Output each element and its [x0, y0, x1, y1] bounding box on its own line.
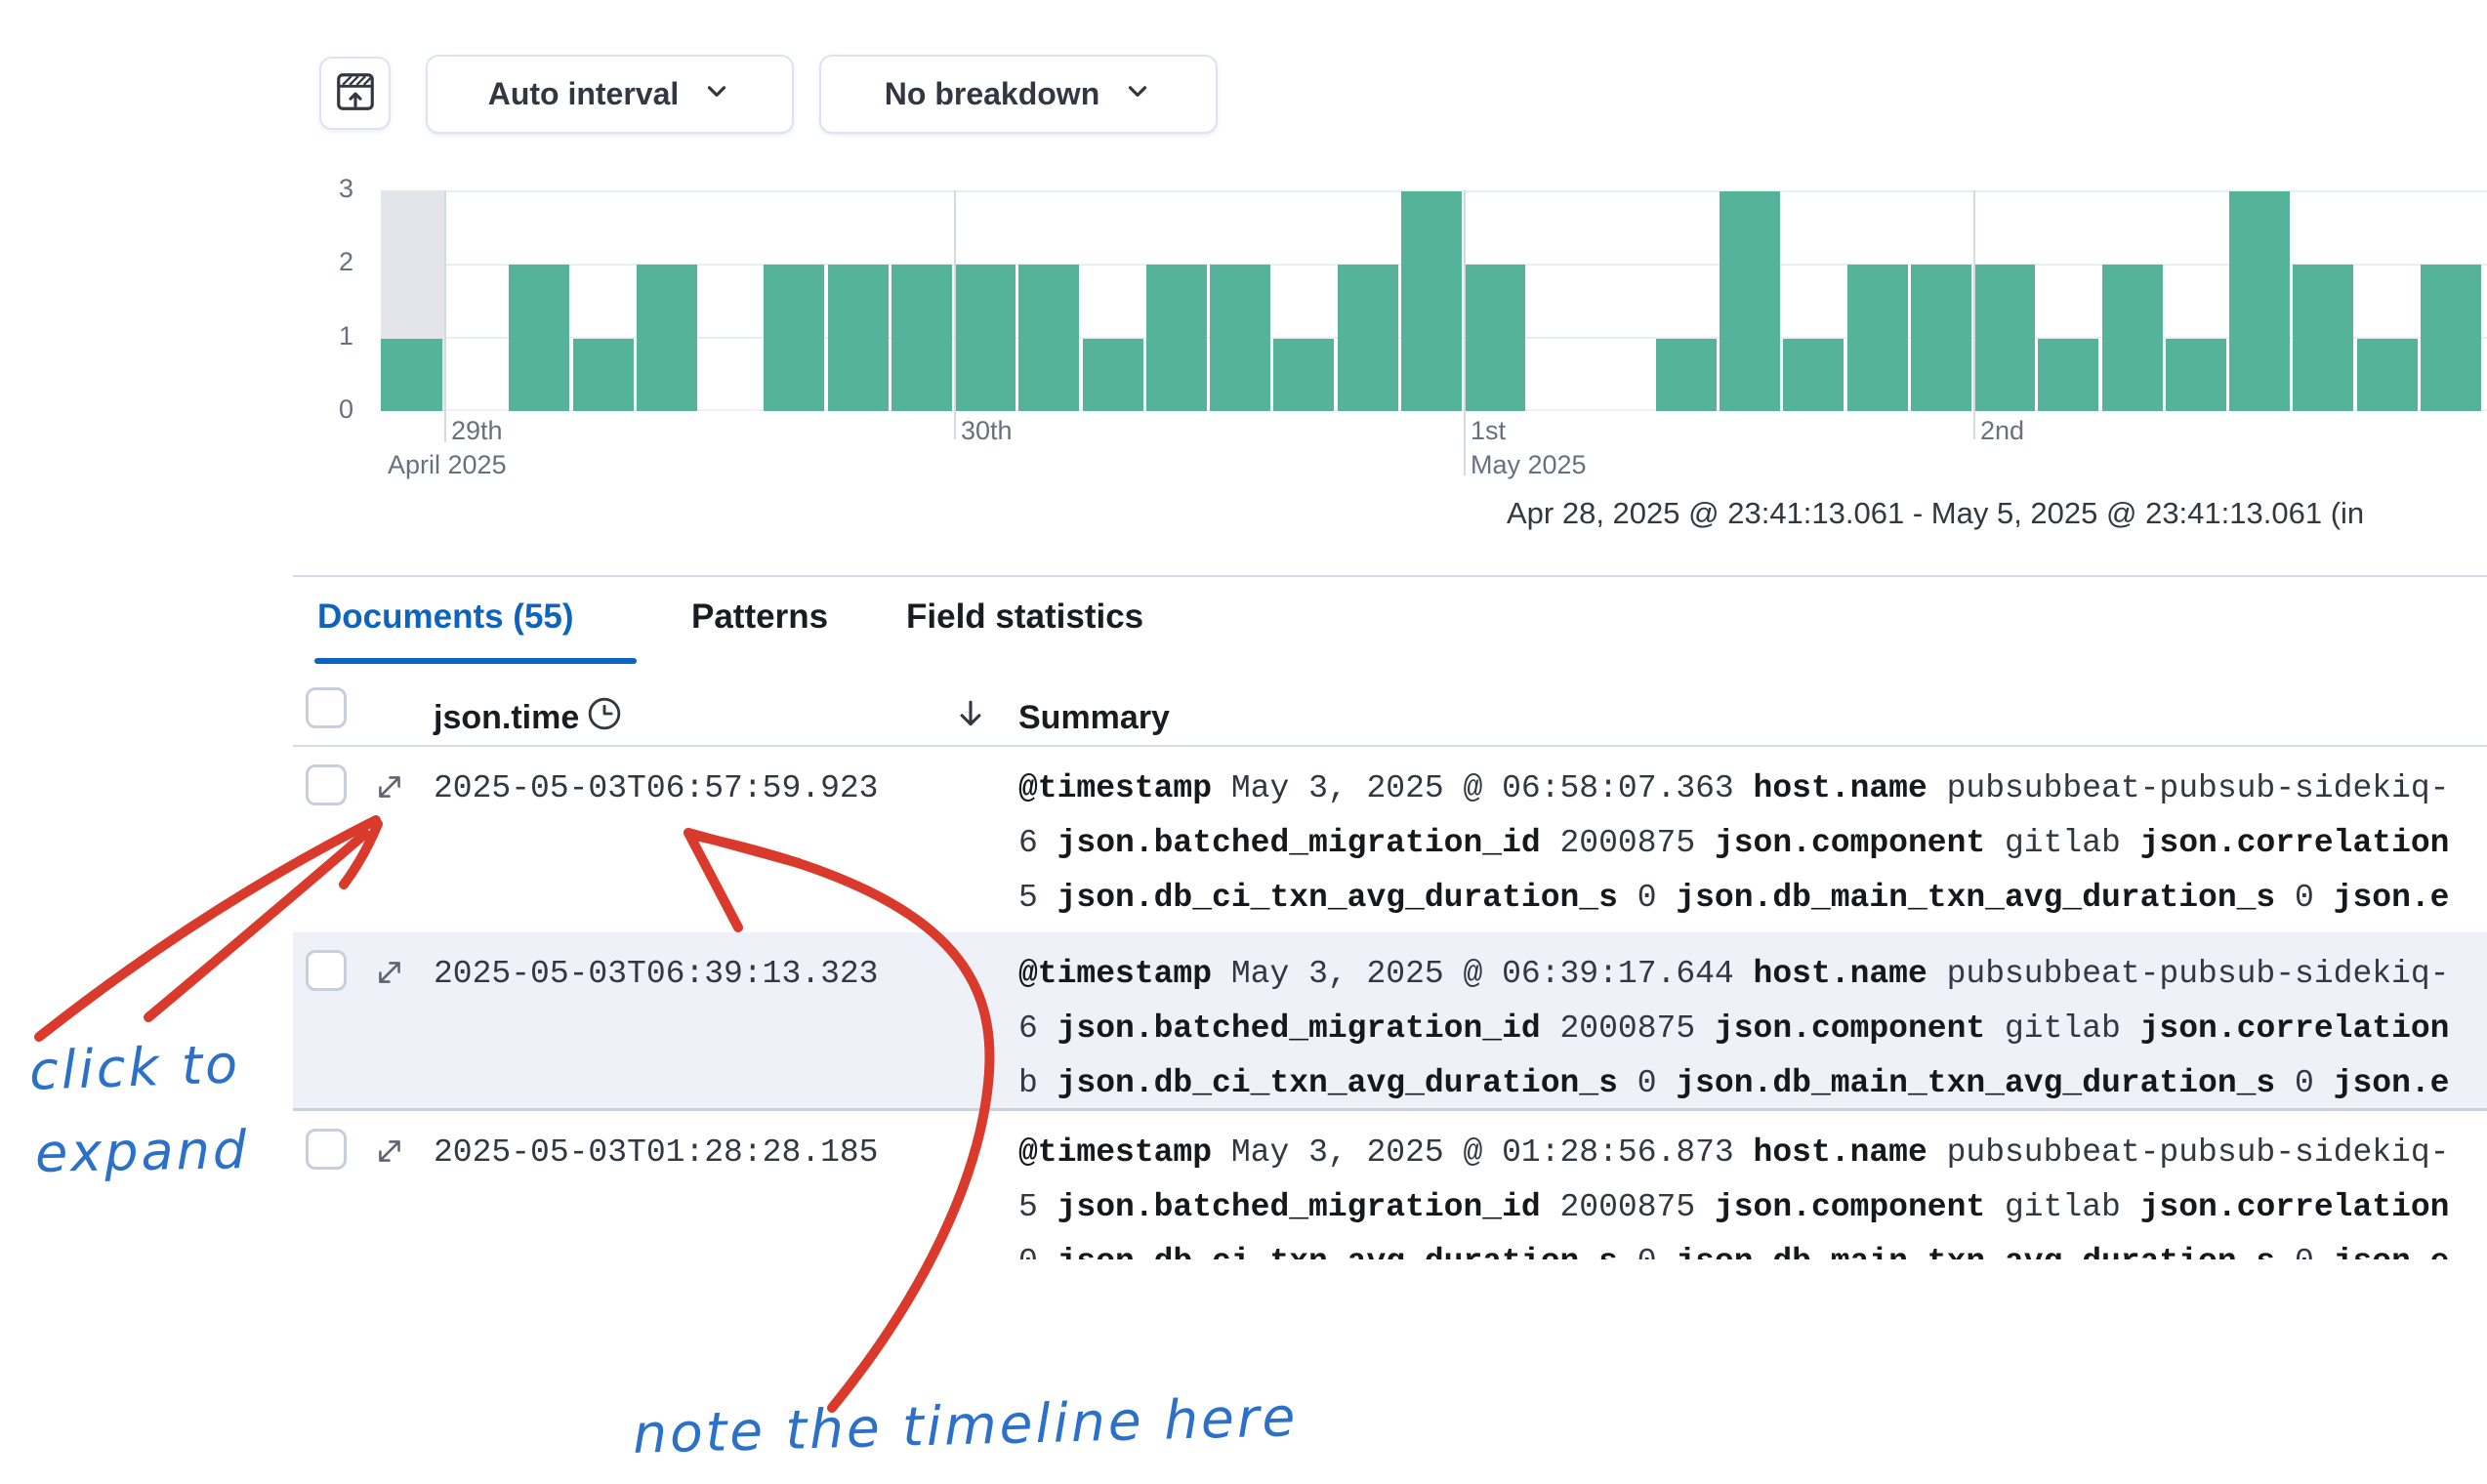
histogram-bar[interactable] [2102, 265, 2163, 411]
breakdown-dropdown[interactable]: No breakdown [819, 55, 1218, 134]
histogram-bar-partial[interactable] [381, 339, 442, 411]
histogram-plot-area[interactable] [381, 190, 2487, 411]
histogram-bar[interactable] [2421, 265, 2481, 411]
histogram-bar[interactable] [891, 265, 952, 411]
x-tick-sublabel: April 2025 [388, 450, 507, 480]
summary-line: @timestamp May 3, 2025 @ 06:58:07.363 ho… [1018, 770, 2449, 806]
histogram-bar[interactable] [1018, 265, 1079, 411]
y-tick-label: 2 [293, 247, 353, 277]
time-range-label: Apr 28, 2025 @ 23:41:13.061 - May 5, 202… [1507, 496, 2364, 531]
section-divider [293, 575, 2487, 577]
x-tick-sublabel: May 2025 [1471, 450, 1587, 480]
summary-line: 0 json.db_ci_txn_avg_duration_s 0 json.d… [1018, 1244, 2449, 1259]
row-checkbox[interactable] [306, 764, 347, 805]
x-tick-label: 2nd [1980, 416, 2024, 446]
summary-line: @timestamp May 3, 2025 @ 06:39:17.644 ho… [1018, 956, 2449, 992]
summary-line: 6 json.batched_migration_id 2000875 json… [1018, 1010, 2449, 1047]
y-tick-label: 0 [293, 394, 353, 425]
clock-icon [586, 695, 623, 737]
histogram-bar[interactable] [1210, 265, 1270, 411]
document-row: 2025-05-03T06:57:59.923 @timestamp May 3,… [293, 747, 2487, 932]
histogram-bar[interactable] [509, 265, 569, 411]
json-time-value: 2025-05-03T01:28:28.185 [434, 1134, 878, 1171]
chevron-down-icon [1123, 76, 1152, 113]
document-row: 2025-05-03T06:39:13.323 @timestamp May 3,… [293, 932, 2487, 1111]
annotation-note-timeline: note the timeline here [632, 1385, 1299, 1465]
histogram-bar[interactable] [764, 265, 824, 411]
expand-document-icon[interactable] [373, 1134, 406, 1173]
histogram-bar[interactable] [2038, 339, 2098, 411]
chevron-down-icon [702, 76, 731, 113]
histogram-bar[interactable] [1401, 191, 1462, 411]
histogram-bar[interactable] [637, 265, 697, 411]
day-tick-line [444, 190, 446, 442]
json-time-value: 2025-05-03T06:57:59.923 [434, 770, 878, 806]
summary-line: 5 json.db_ci_txn_avg_duration_s 0 json.d… [1018, 880, 2449, 916]
summary-line: @timestamp May 3, 2025 @ 01:28:56.873 ho… [1018, 1134, 2449, 1171]
row-checkbox[interactable] [306, 1129, 347, 1170]
tab-field-statistics[interactable]: Field statistics [906, 598, 1143, 637]
row-checkbox[interactable] [306, 950, 347, 991]
x-tick-label: 30th [961, 416, 1013, 446]
select-all-checkbox[interactable] [306, 687, 347, 728]
summary-line: 5 json.batched_migration_id 2000875 json… [1018, 1189, 2449, 1225]
histogram-bar[interactable] [1273, 339, 1334, 411]
x-tick-label: 29th [451, 416, 503, 446]
expand-document-icon[interactable] [373, 956, 406, 994]
tab-patterns[interactable]: Patterns [691, 598, 828, 637]
histogram-bar[interactable] [573, 339, 634, 411]
day-tick-line [954, 190, 956, 439]
auto-interval-label: Auto interval [488, 76, 680, 112]
histogram-bar[interactable] [1783, 339, 1844, 411]
histogram-bar[interactable] [1338, 265, 1398, 411]
column-header-summary[interactable]: Summary [1018, 699, 1170, 737]
document-row: 2025-05-03T01:28:28.185 @timestamp May 3,… [293, 1111, 2487, 1259]
chart-options-icon [333, 69, 378, 117]
chart-options-button[interactable] [319, 57, 391, 130]
kibana-discover-view: Auto interval No breakdown 3 2 1 0 29th Apri… [0, 0, 2487, 1484]
histogram-bar[interactable] [1465, 265, 1525, 411]
histogram-bar[interactable] [1083, 339, 1143, 411]
sort-descending-icon[interactable] [952, 695, 989, 737]
day-tick-line [1973, 190, 1975, 439]
json-time-value: 2025-05-03T06:39:13.323 [434, 956, 878, 992]
histogram-bar[interactable] [955, 265, 1016, 411]
breakdown-label: No breakdown [885, 76, 1099, 112]
expand-document-icon[interactable] [373, 770, 406, 808]
histogram-bar[interactable] [1974, 265, 2035, 411]
tab-documents[interactable]: Documents (55) [317, 598, 574, 637]
histogram-bar[interactable] [2229, 191, 2290, 411]
day-tick-line [1464, 190, 1466, 475]
histogram-bar[interactable] [1847, 265, 1908, 411]
column-header-json-time[interactable]: json.time [434, 699, 579, 737]
x-tick-label: 1st [1471, 416, 1506, 446]
auto-interval-dropdown[interactable]: Auto interval [426, 55, 794, 134]
annotation-click-to-expand-line2: expand [34, 1119, 249, 1184]
active-tab-underline [314, 658, 637, 664]
histogram-bar[interactable] [2293, 265, 2353, 411]
summary-line: 6 json.batched_migration_id 2000875 json… [1018, 825, 2449, 861]
summary-line: b json.db_ci_txn_avg_duration_s 0 json.d… [1018, 1065, 2449, 1101]
histogram-bar[interactable] [2357, 339, 2418, 411]
histogram-bar[interactable] [1720, 191, 1780, 411]
y-tick-label: 3 [293, 174, 353, 204]
y-tick-label: 1 [293, 321, 353, 351]
histogram-bar[interactable] [828, 265, 889, 411]
annotation-click-to-expand-line1: click to [28, 1033, 241, 1102]
histogram-bar[interactable] [1146, 265, 1207, 411]
histogram-bar[interactable] [1911, 265, 1971, 411]
histogram-bar[interactable] [2166, 339, 2226, 411]
histogram-bar[interactable] [1656, 339, 1717, 411]
